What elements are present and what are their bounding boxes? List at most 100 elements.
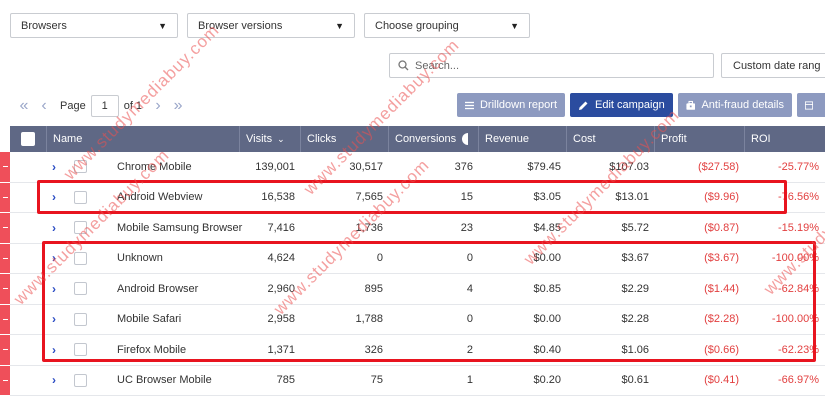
cell-visits: 7,416 (267, 221, 295, 234)
table-body: › Chrome Mobile 139,001 30,517 376 $79.45 $107… (0, 152, 825, 396)
columns-button[interactable] (797, 93, 825, 117)
row-checkbox[interactable] (74, 312, 87, 326)
info-icon (462, 133, 469, 145)
table-row[interactable]: › Firefox Mobile 1,371 326 2 $0.40 $1.06 ($0.66… (0, 335, 825, 366)
chevron-right-icon[interactable]: › (52, 312, 66, 326)
cell-name[interactable]: UC Browser Mobile (111, 366, 240, 396)
cell-clicks: 7,565 (355, 191, 383, 204)
column-header-cost[interactable]: Cost (567, 126, 655, 152)
chevron-right-icon[interactable]: › (52, 160, 66, 174)
cell-revenue: $79.45 (527, 160, 561, 173)
cell-visits: 2,960 (267, 282, 295, 295)
column-header-profit[interactable]: Profit (655, 126, 745, 152)
cell-revenue: $0.85 (533, 282, 561, 295)
table-row[interactable]: › Chrome Mobile 139,001 30,517 376 $79.45 $107… (0, 152, 825, 183)
anti-fraud-details-label: Anti-fraud details (701, 99, 784, 111)
cell-visits: 785 (276, 374, 295, 387)
column-header-name[interactable]: Name (47, 126, 240, 152)
page-number-input[interactable]: 1 (90, 95, 119, 117)
grouping-select-value: Choose grouping (375, 19, 459, 32)
date-range-select[interactable]: Custom date rang (721, 53, 825, 78)
cell-name[interactable]: Android Browser (111, 274, 240, 304)
row-checkbox[interactable] (74, 160, 87, 174)
pagination: « ‹ Page 1 of 1 › » (14, 94, 188, 118)
cell-roi: -62.84% (778, 282, 819, 295)
cell-visits: 139,001 (255, 160, 295, 173)
cell-roi: -66.97% (778, 374, 819, 387)
column-header-conversions-label: Conversions (395, 133, 457, 145)
chevron-right-icon[interactable]: › (52, 343, 66, 357)
list-icon (465, 101, 474, 109)
drilldown-report-label: Drilldown report (479, 99, 557, 111)
search-input[interactable]: Search... (389, 53, 714, 78)
pencil-icon (579, 101, 588, 110)
row-checkbox[interactable] (74, 221, 87, 235)
caret-down-icon: ▼ (335, 20, 344, 31)
cell-name[interactable]: Unknown (111, 244, 240, 274)
cell-name[interactable]: Mobile Samsung Browser (111, 213, 242, 243)
row-checkbox[interactable] (74, 373, 87, 387)
cell-visits: 16,538 (261, 191, 295, 204)
column-header-visits[interactable]: Visits ⌄ (240, 126, 301, 152)
last-page-icon[interactable]: » (168, 97, 188, 115)
row-checkbox[interactable] (74, 343, 87, 357)
cell-revenue: $0.40 (533, 343, 561, 356)
table-row[interactable]: › Mobile Safari 2,958 1,788 0 $0.00 $2.28 ($2.2… (0, 304, 825, 335)
browsers-select[interactable]: Browsers ▼ (10, 13, 178, 38)
cell-roi: -15.19% (778, 221, 819, 234)
browser-versions-select[interactable]: Browser versions ▼ (187, 13, 355, 38)
row-controls: › (10, 244, 111, 274)
search-placeholder: Search... (415, 59, 460, 72)
row-checkbox[interactable] (74, 282, 87, 296)
cell-name[interactable]: Android Webview (111, 183, 240, 213)
report-table: Name Visits ⌄ Clicks Conversions Revenue… (0, 126, 825, 396)
select-all-cell (10, 126, 47, 152)
table-row[interactable]: › UC Browser Mobile 785 75 1 $0.20 $0.61 ($0.41… (0, 365, 825, 396)
columns-icon (805, 100, 813, 110)
row-checkbox[interactable] (74, 190, 87, 204)
row-checkbox[interactable] (74, 251, 87, 265)
table-row[interactable]: › Mobile Samsung Browser 7,416 1,736 23 $4.85… (0, 213, 825, 244)
chevron-right-icon[interactable]: › (52, 190, 66, 204)
select-all-checkbox[interactable] (21, 132, 35, 146)
column-header-conversions[interactable]: Conversions (389, 126, 479, 152)
grouping-select[interactable]: Choose grouping ▼ (364, 13, 530, 38)
cell-name[interactable]: Firefox Mobile (111, 335, 240, 365)
cell-cost: $13.01 (615, 191, 649, 204)
chevron-right-icon[interactable]: › (52, 221, 66, 235)
cell-visits: 2,958 (267, 313, 295, 326)
page-count: of 1 (123, 100, 143, 112)
cell-clicks: 1,788 (355, 313, 383, 326)
cell-profit: ($0.66) (704, 343, 739, 356)
edit-campaign-button[interactable]: Edit campaign (570, 93, 673, 117)
prev-page-icon[interactable]: ‹ (34, 97, 54, 115)
next-page-icon[interactable]: › (148, 97, 168, 115)
briefcase-icon (686, 100, 696, 110)
cell-name[interactable]: Mobile Safari (111, 305, 240, 335)
search-icon (398, 60, 409, 71)
column-header-roi[interactable]: ROI (745, 126, 825, 152)
chevron-right-icon[interactable]: › (52, 251, 66, 265)
first-page-icon[interactable]: « (14, 97, 34, 115)
table-row[interactable]: › Android Browser 2,960 895 4 $0.85 $2.29 ($1.4… (0, 274, 825, 305)
chevron-right-icon[interactable]: › (52, 282, 66, 296)
cell-roi: -25.77% (778, 160, 819, 173)
caret-down-icon: ▼ (510, 20, 519, 31)
page-label: Page (60, 100, 86, 112)
cell-conversions: 23 (460, 221, 473, 234)
anti-fraud-details-button[interactable]: Anti-fraud details (678, 93, 792, 117)
drilldown-report-button[interactable]: Drilldown report (457, 93, 565, 117)
cell-name[interactable]: Chrome Mobile (111, 152, 240, 182)
chevron-right-icon[interactable]: › (52, 373, 66, 387)
column-header-revenue[interactable]: Revenue (479, 126, 567, 152)
row-status-bar (0, 213, 10, 243)
row-status-bar (0, 243, 10, 273)
cell-roi: -100.00% (771, 252, 819, 265)
cell-profit: ($2.28) (704, 313, 739, 326)
cell-conversions: 1 (466, 374, 473, 387)
table-row[interactable]: › Android Webview 16,538 7,565 15 $3.05 $13.01… (0, 182, 825, 213)
column-header-clicks[interactable]: Clicks (301, 126, 389, 152)
table-row[interactable]: › Unknown 4,624 0 0 $0.00 $3.67 ($3.67) -100.00% (0, 243, 825, 274)
cell-revenue: $3.05 (533, 191, 561, 204)
sort-desc-icon: ⌄ (277, 133, 285, 144)
